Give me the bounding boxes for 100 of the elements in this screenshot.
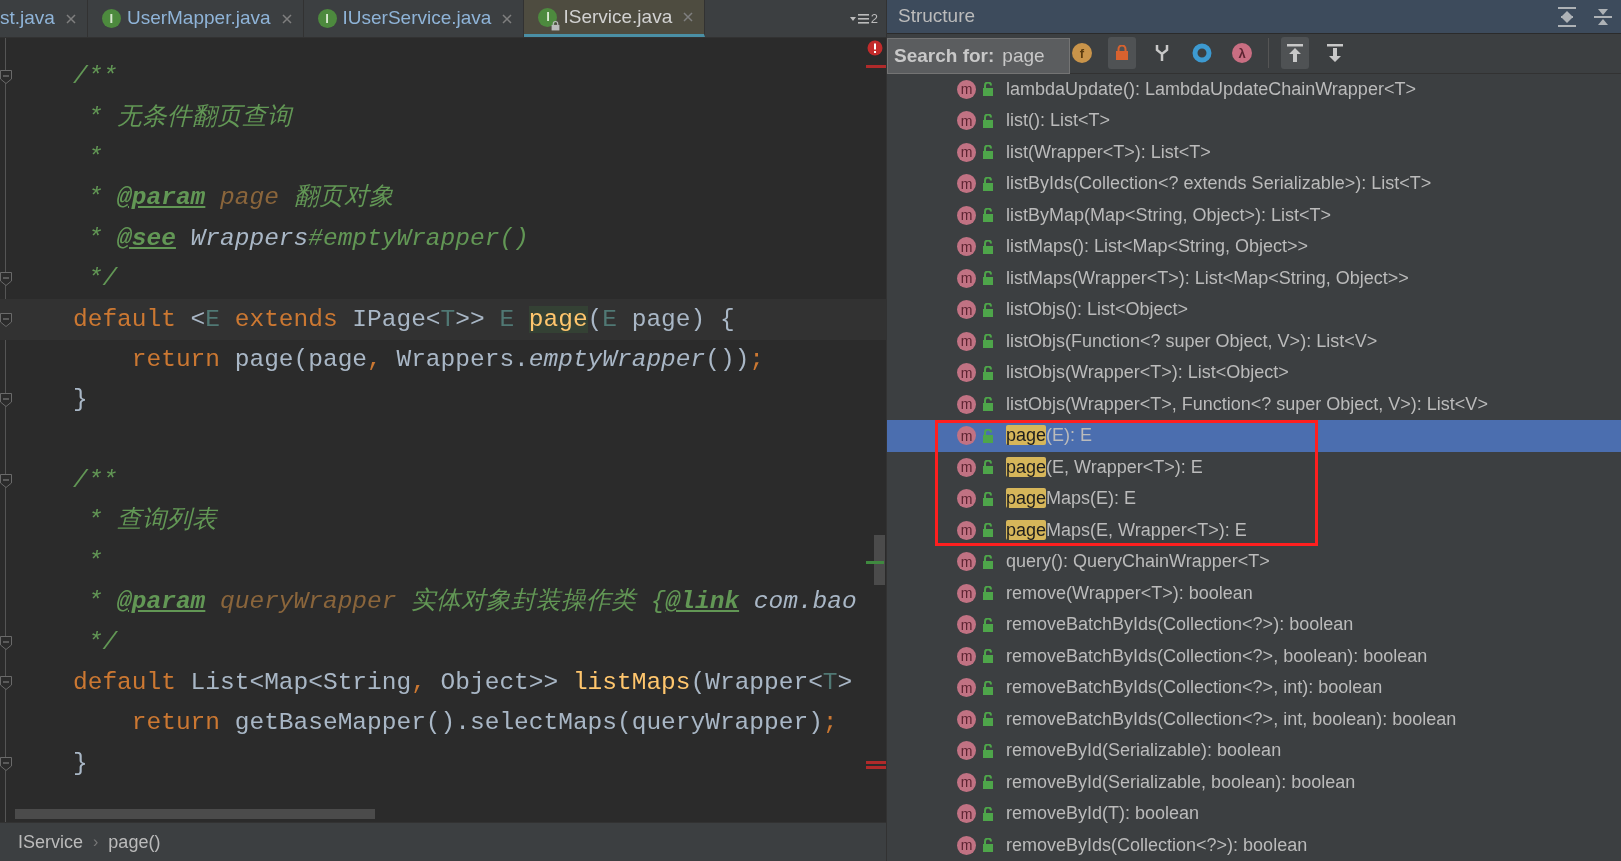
fold-marker[interactable] [0,756,12,771]
code-line: * @param queryWrapper 实体对象封装操作类 {@link com.bao [86,586,857,618]
method-signature: list(): List<T> [1006,109,1111,133]
public-icon [982,523,994,538]
structure-item[interactable]: m listByIds(Collection<? extends Serializable>): List<T> [887,168,1621,200]
method-badge: m [957,174,976,194]
public-icon [982,775,994,790]
public-icon [982,806,994,821]
method-signature: query(): QueryChainWrapper<T> [1006,550,1270,574]
method-signature: listObjs(Wrapper<T>): List<Object> [1006,361,1289,385]
structure-item[interactable]: m removeBatchByIds(Collection<?>, boolean): boolean [887,640,1621,672]
public-icon [982,617,994,632]
close-icon[interactable] [501,12,514,25]
close-icon[interactable] [682,11,695,23]
structure-item[interactable]: m removeById(Serializable, boolean): boolean [887,766,1621,798]
method-badge: m [957,646,976,666]
method-signature: page(E, Wrapper<T>): E [1006,455,1203,479]
method-badge: m [957,489,976,509]
structure-item[interactable]: m removeById(T): boolean [887,798,1621,830]
method-badge: m [957,205,976,225]
method-badge: m [957,741,976,761]
method-signature: pageMaps(E, Wrapper<T>): E [1006,518,1247,542]
public-icon [982,145,994,160]
method-badge: m [957,457,976,477]
public-icon [982,271,994,286]
code-line: * @see Wrappers#emptyWrapper() [86,223,529,254]
close-icon[interactable] [64,12,77,25]
structure-item[interactable]: m removeBatchByIds(Collection<?>, int): boolean [887,672,1621,704]
scroll-thumb[interactable] [874,535,885,585]
fold-marker[interactable] [0,312,12,327]
method-badge: m [957,583,976,603]
lambda-filter-button[interactable]: λ [1228,37,1256,70]
breadcrumb-item[interactable]: IService [18,828,84,856]
code-line: * @param page 翻页对象 [86,183,394,214]
structure-item[interactable]: m removeBatchByIds(Collection<?>, int, boolean): boolean [887,703,1621,735]
fold-marker[interactable] [0,474,12,489]
field-icon [1072,43,1092,64]
down-icon [1326,43,1344,64]
fold-marker[interactable] [0,393,12,408]
method-signature: removeById(T): boolean [1006,802,1200,826]
method-badge: m [957,111,976,131]
method-badge: m [957,300,976,320]
code-line: } [73,748,88,779]
horizontal-scrollbar[interactable] [15,809,375,819]
structure-item[interactable]: m listObjs(Wrapper<T>, Function<? super Object, V>): List<V> [887,388,1621,420]
fold-marker[interactable] [0,272,12,287]
fold-marker[interactable] [0,635,12,650]
public-icon [982,838,994,853]
structure-item[interactable]: m remove(Wrapper<T>): boolean [887,577,1621,609]
close-icon[interactable] [280,12,293,25]
structure-item[interactable]: m removeBatchByIds(Collection<?>): boolean [887,609,1621,641]
structure-item[interactable]: m removeById(Serializable): boolean [887,735,1621,767]
public-icon [982,649,994,664]
public-icon [982,680,994,695]
structure-item[interactable]: m list(): List<T> [887,105,1621,137]
tab-list-button[interactable]: 2 [849,9,878,29]
structure-item[interactable]: m listObjs(): List<Object> [887,294,1621,326]
method-signature: pageMaps(E): E [1006,487,1137,511]
structure-item[interactable]: m removeByIds(Collection<?>): boolean [887,829,1621,861]
method-badge: m [957,804,976,824]
fold-marker[interactable] [0,70,12,85]
editor-tab[interactable]: I IService.java [524,0,706,37]
editor-tab[interactable]: st.java [0,0,88,37]
structure-item[interactable]: m page(E, Wrapper<T>): E [887,451,1621,483]
non-public-filter-button[interactable] [1108,37,1136,70]
structure-item[interactable]: m pageMaps(E, Wrapper<T>): E [887,514,1621,546]
structure-item[interactable]: m listObjs(Function<? super Object, V>): List<V> [887,325,1621,357]
method-badge: m [957,394,976,414]
public-icon [982,176,994,191]
structure-item[interactable]: m query(): QueryChainWrapper<T> [887,546,1621,578]
method-badge: m [957,79,976,99]
structure-item[interactable]: m listMaps(): List<Map<String, Object>> [887,231,1621,263]
method-signature: list(Wrapper<T>): List<T> [1006,140,1211,164]
public-icon [982,82,994,97]
structure-item[interactable]: m listMaps(Wrapper<T>): List<Map<String, Object>> [887,262,1621,294]
public-icon [982,113,994,128]
method-signature: listByMap(Map<String, Object>): List<T> [1006,203,1332,227]
structure-item[interactable]: m listObjs(Wrapper<T>): List<Object> [887,357,1621,389]
sort-up-button[interactable] [1281,37,1309,70]
interface-badge: I [317,9,337,28]
method-signature: removeBatchByIds(Collection<?>): boolean [1006,613,1354,637]
code-line: } [73,385,88,416]
method-signature: listByIds(Collection<? extends Serializable>): List<T> [1006,172,1432,196]
expand-all-icon[interactable] [1557,5,1577,28]
public-icon [982,586,994,601]
structure-item[interactable]: m page(E): E [887,420,1621,452]
error-icon [867,40,883,56]
public-icon [982,334,994,349]
search-query: page [1002,44,1045,69]
structure-item[interactable]: m pageMaps(E): E [887,483,1621,515]
public-icon [982,554,994,569]
breadcrumb-item[interactable]: page() [108,828,161,856]
fold-marker[interactable] [0,676,12,691]
structure-item[interactable]: m list(Wrapper<T>): List<T> [887,136,1621,168]
structure-item[interactable]: m lambdaUpdate(): LambdaUpdateChainWrapper<T> [887,73,1621,105]
lock-icon [1115,45,1129,62]
speed-search-field[interactable]: Search for: page [887,38,1070,75]
structure-item[interactable]: m listByMap(Map<String, Object>): List<T> [887,199,1621,231]
method-signature: listMaps(Wrapper<T>): List<Map<String, Object>> [1006,266,1409,290]
method-badge: m [957,835,976,855]
